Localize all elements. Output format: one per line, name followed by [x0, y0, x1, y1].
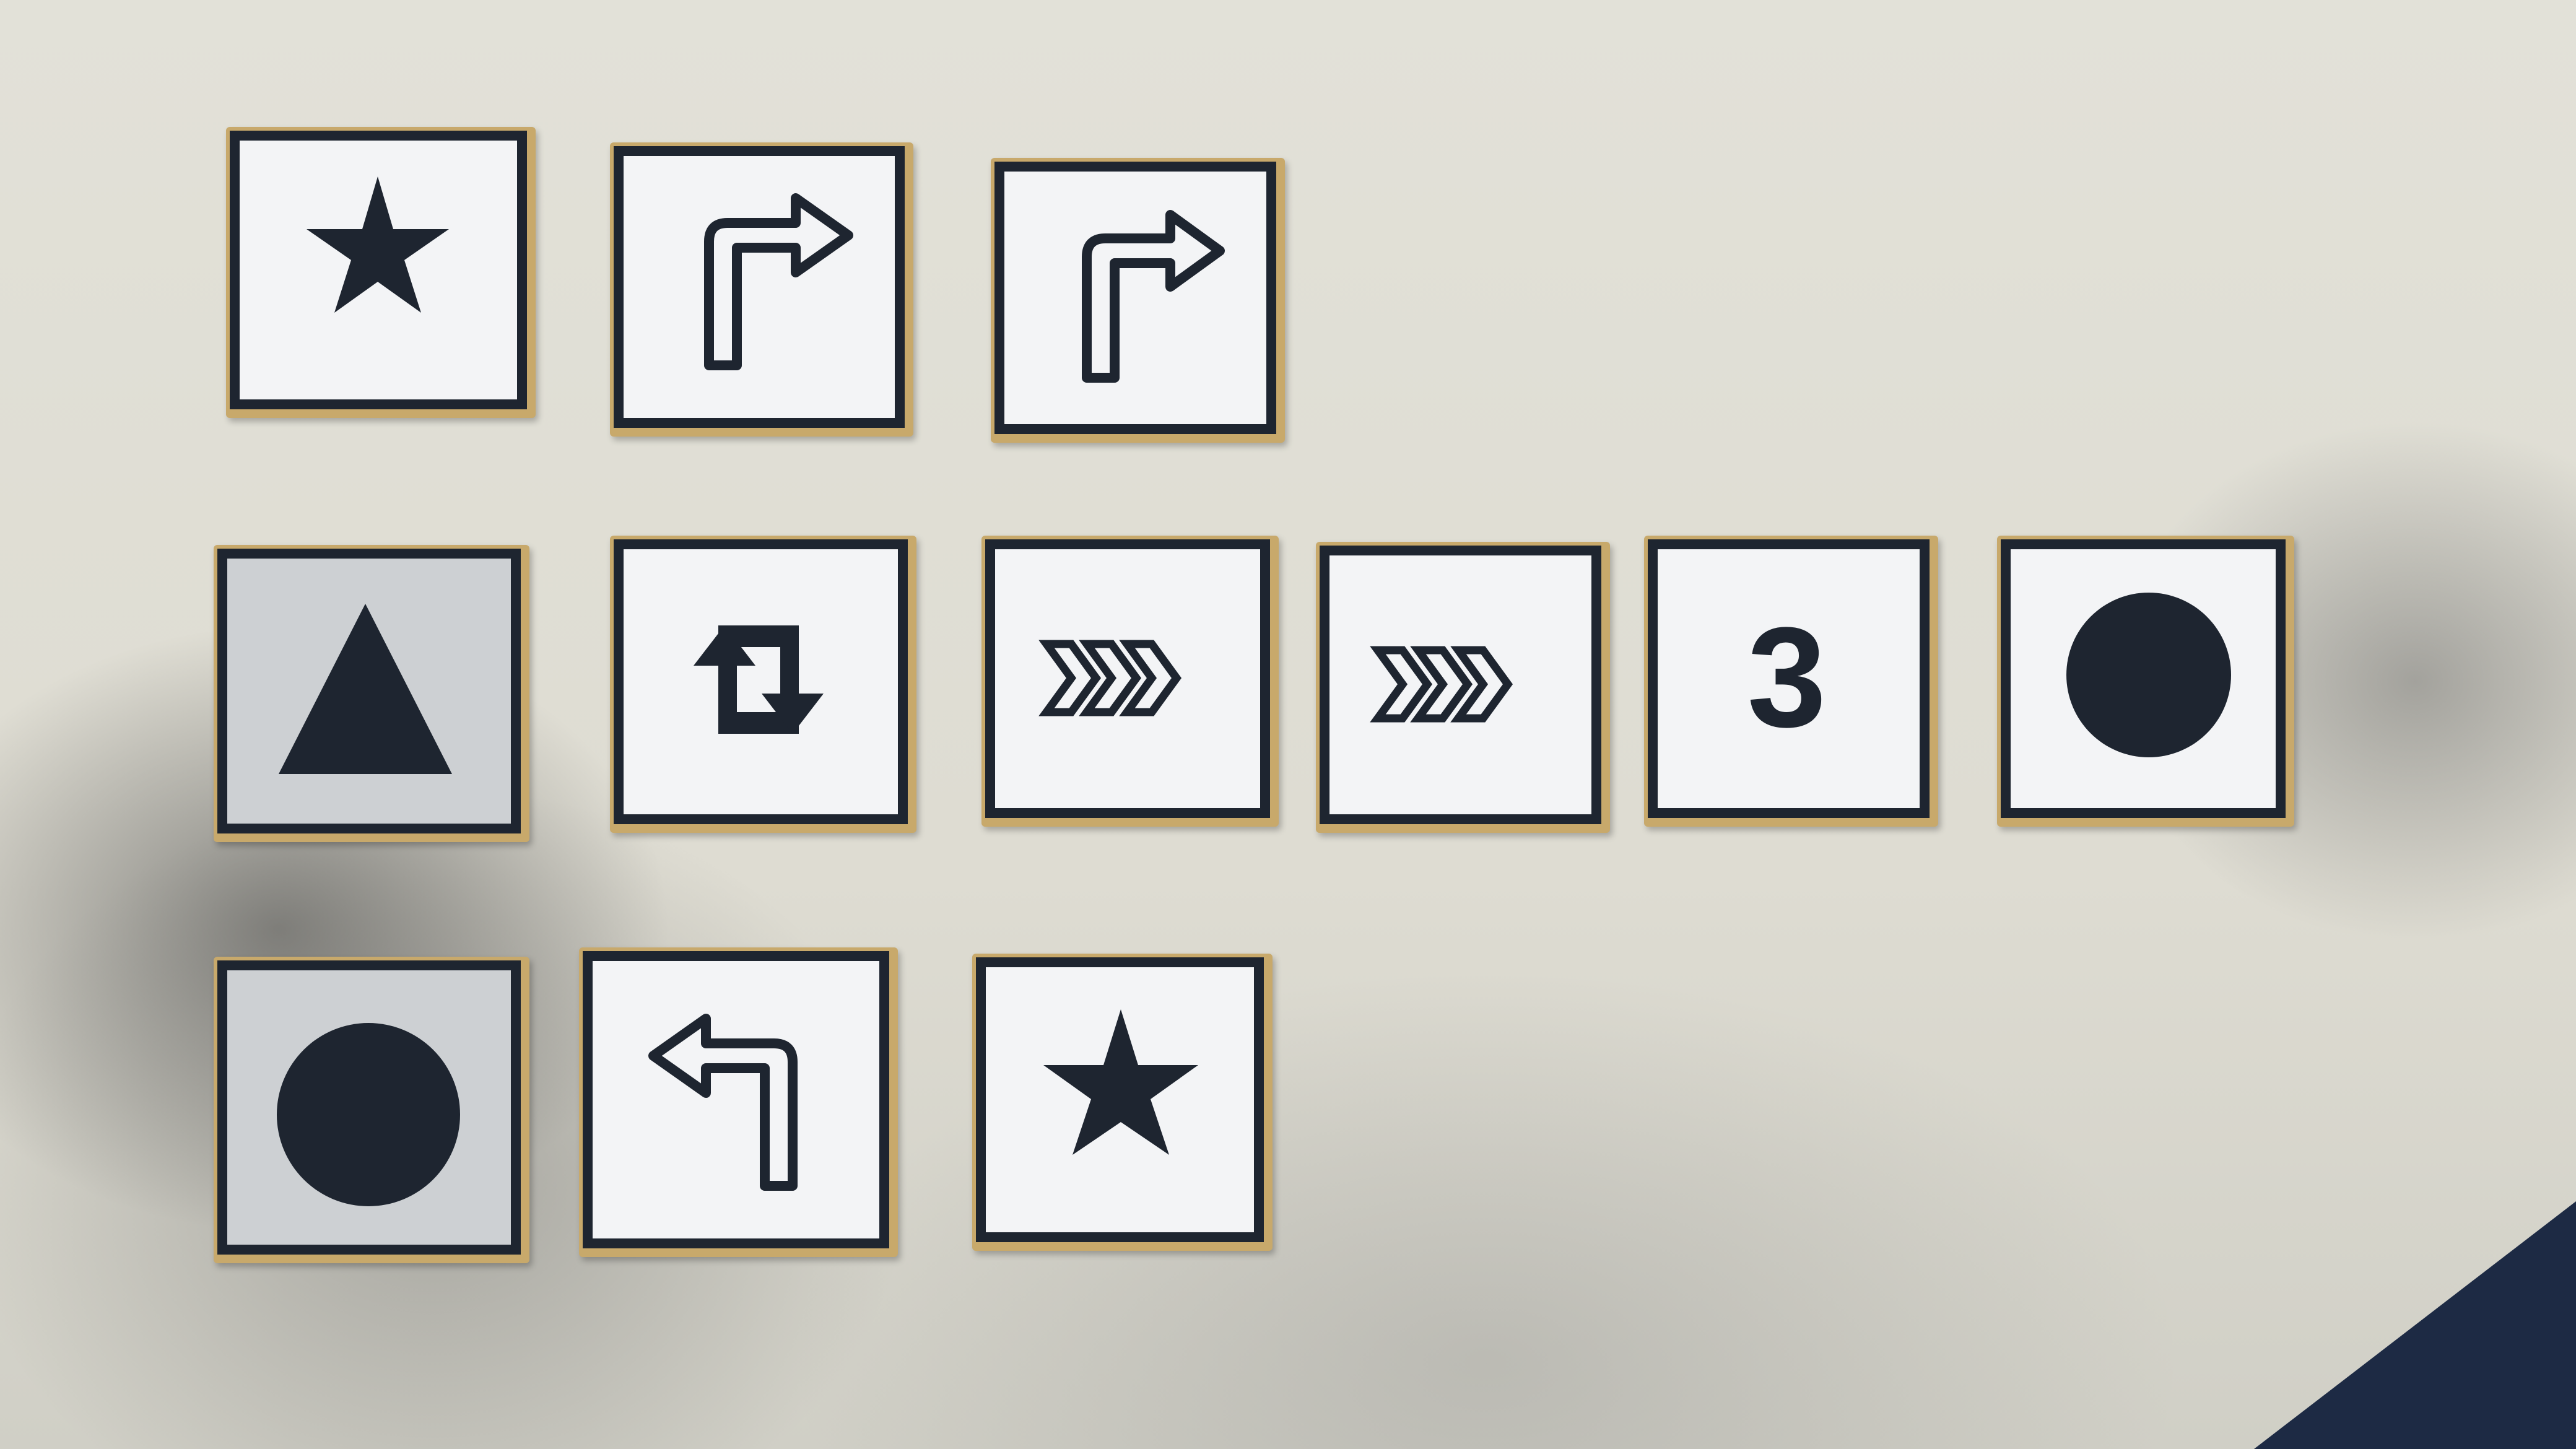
tile-turn-right-1[interactable]	[610, 142, 913, 437]
star-icon	[1043, 1009, 1198, 1155]
number-label: 3	[1747, 597, 1827, 757]
tile-triangle[interactable]	[214, 545, 529, 842]
tile-star-top[interactable]	[226, 127, 536, 418]
circle-icon	[277, 1023, 460, 1206]
tile-number-three[interactable]: 3	[1644, 536, 1938, 827]
star-icon	[307, 176, 449, 313]
tile-fast-forward-1[interactable]	[981, 536, 1279, 827]
triangle-icon	[279, 604, 452, 774]
tile-repeat[interactable]	[610, 536, 916, 833]
tile-star-bottom[interactable]	[972, 954, 1273, 1251]
circle-icon	[2066, 593, 2231, 757]
tile-fast-forward-2[interactable]	[1316, 542, 1610, 833]
fast-forward-chevrons-icon	[1370, 646, 1513, 723]
tile-circle-left[interactable]	[214, 957, 529, 1263]
turn-right-arrow-icon	[704, 193, 853, 370]
tile-turn-right-2[interactable]	[991, 158, 1285, 443]
tile-turn-left[interactable]	[579, 947, 898, 1257]
turn-left-arrow-icon	[648, 1014, 798, 1191]
tile-circle-right[interactable]	[1997, 536, 2294, 827]
fast-forward-chevrons-icon	[1038, 640, 1182, 716]
repeat-loop-icon	[694, 625, 824, 734]
turn-right-arrow-icon	[1082, 210, 1225, 383]
